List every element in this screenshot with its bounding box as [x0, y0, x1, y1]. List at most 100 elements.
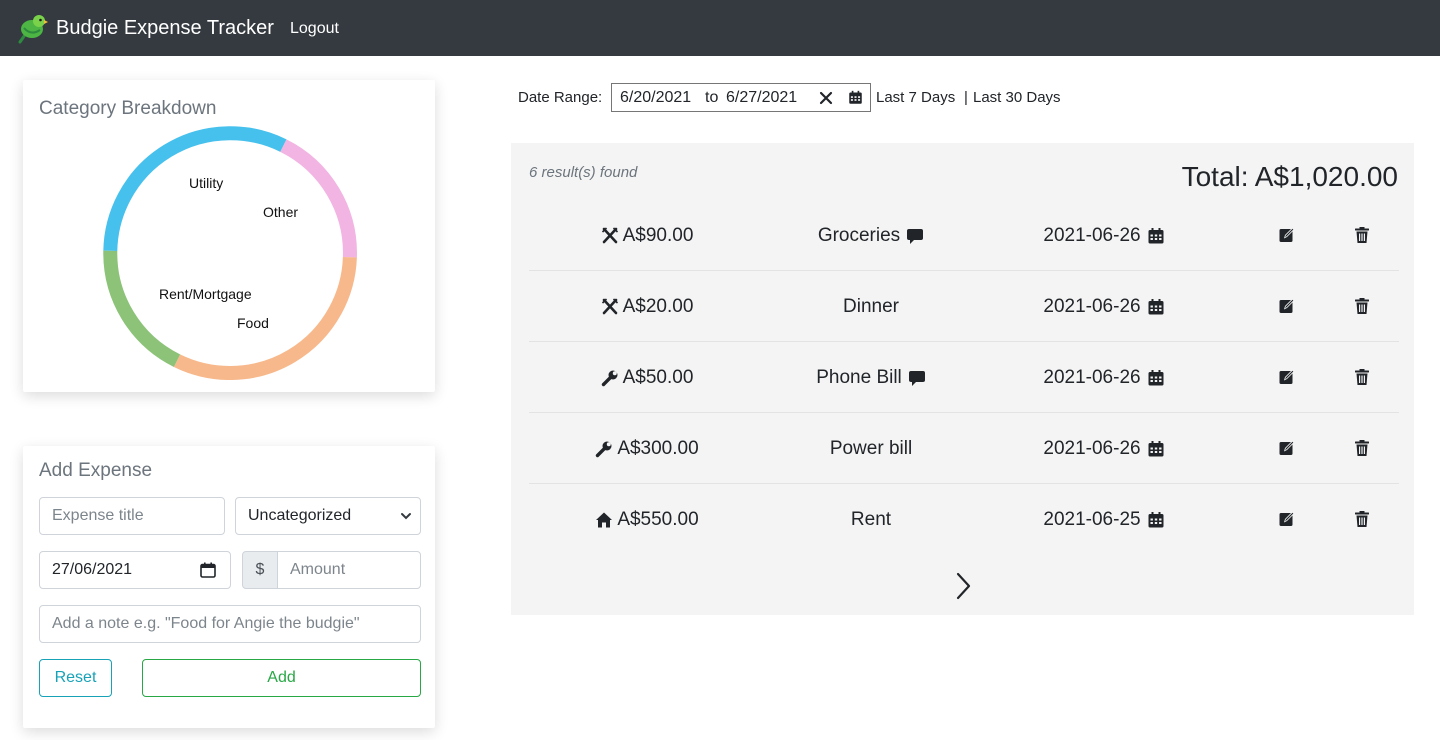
- category-breakdown-title: Category Breakdown: [39, 98, 217, 119]
- range-separator: |: [964, 89, 968, 106]
- expense-date-cell: 2021-06-26: [977, 342, 1231, 413]
- expense-date-cell: 2021-06-26: [977, 271, 1231, 342]
- expense-date: 2021-06-26: [1043, 366, 1141, 388]
- date-range-to[interactable]: 6/27/2021: [726, 89, 797, 107]
- expense-title-placeholder: Expense title: [52, 507, 144, 524]
- expense-title: Dinner: [843, 295, 899, 317]
- donut-segment-utility[interactable]: [103, 126, 287, 251]
- expense-date: 2021-06-26: [1043, 295, 1141, 317]
- expense-amount-cell: A$50.00: [529, 342, 765, 413]
- trash-icon[interactable]: [1353, 297, 1371, 315]
- calendar-icon: [1147, 298, 1165, 316]
- edit-icon[interactable]: [1278, 439, 1296, 457]
- expense-title-cell: Rent: [765, 484, 977, 555]
- expense-amount: A$90.00: [622, 224, 694, 246]
- note-placeholder: Add a note e.g. "Food for Angie the budg…: [52, 615, 360, 632]
- donut-label-food: Food: [237, 315, 269, 331]
- expense-date: 2021-06-26: [1043, 224, 1141, 246]
- calendar-icon: [1147, 227, 1165, 245]
- date-range-picker[interactable]: 6/20/2021 to 6/27/2021: [611, 83, 871, 112]
- expense-date-cell: 2021-06-26: [977, 413, 1231, 484]
- calendar-icon[interactable]: [848, 90, 863, 105]
- trash-icon[interactable]: [1353, 510, 1371, 528]
- budgie-logo-icon[interactable]: [14, 12, 48, 44]
- expense-title-cell: Phone Bill: [765, 342, 977, 413]
- add-button[interactable]: Add: [142, 659, 421, 697]
- expense-amount-cell: A$90.00: [529, 200, 765, 271]
- expense-amount-cell: A$20.00: [529, 271, 765, 342]
- last-7-days-link[interactable]: Last 7 Days: [876, 89, 955, 107]
- date-input[interactable]: 27/06/2021: [39, 551, 231, 589]
- donut-segment-rent[interactable]: [103, 250, 181, 367]
- add-expense-title: Add Expense: [39, 460, 153, 481]
- category-breakdown-card: Category Breakdown Utility Other Food Re…: [23, 80, 435, 392]
- expense-title: Power bill: [829, 437, 913, 459]
- utensils-icon: [601, 298, 619, 316]
- expense-amount: A$50.00: [622, 366, 694, 388]
- note-input[interactable]: Add a note e.g. "Food for Angie the budg…: [39, 605, 421, 643]
- logout-link[interactable]: Logout: [290, 19, 339, 39]
- expense-date: 2021-06-26: [1043, 437, 1141, 459]
- category-select[interactable]: Uncategorized: [235, 497, 421, 535]
- expense-title: Groceries: [817, 224, 901, 246]
- expense-amount-cell: A$300.00: [529, 413, 765, 484]
- expense-amount: A$300.00: [617, 437, 699, 459]
- close-icon[interactable]: [818, 90, 834, 106]
- expense-amount: A$550.00: [617, 508, 699, 530]
- chevron-right-icon[interactable]: [953, 571, 973, 601]
- donut-label-rent: Rent/Mortgage: [159, 286, 252, 302]
- expense-title-cell: Dinner: [765, 271, 977, 342]
- date-range-to-word: to: [705, 89, 719, 106]
- expense-date: 2021-06-25: [1043, 508, 1141, 530]
- utensils-icon: [601, 227, 619, 245]
- expense-title-cell: Power bill: [765, 413, 977, 484]
- home-icon: [595, 511, 613, 529]
- expense-title-cell: Groceries: [765, 200, 977, 271]
- edit-icon[interactable]: [1278, 226, 1296, 244]
- last-30-days-link[interactable]: Last 30 Days: [973, 89, 1061, 107]
- comment-icon[interactable]: [908, 369, 926, 387]
- amount-input[interactable]: Amount: [277, 551, 421, 589]
- date-range-from[interactable]: 6/20/2021: [620, 89, 691, 107]
- expense-title: Rent: [850, 508, 892, 530]
- currency-addon: $: [242, 551, 278, 589]
- expense-title: Phone Bill: [816, 366, 902, 388]
- donut-label-utility: Utility: [189, 175, 223, 191]
- expense-row[interactable]: A$20.00 Dinner 2021-06-26: [529, 271, 1399, 342]
- category-select-value: Uncategorized: [248, 507, 352, 524]
- trash-icon[interactable]: [1353, 439, 1371, 457]
- navbar: Budgie Expense Tracker Logout: [0, 0, 1440, 56]
- expense-row[interactable]: A$50.00 Phone Bill 2021-06-26: [529, 342, 1399, 413]
- wrench-icon: [601, 369, 619, 387]
- expense-row[interactable]: A$300.00 Power bill 2021-06-26: [529, 413, 1399, 484]
- expense-date-cell: 2021-06-25: [977, 484, 1231, 555]
- category-donut-chart: Utility Other Food Rent/Mortgage: [103, 126, 357, 380]
- edit-icon[interactable]: [1278, 297, 1296, 315]
- amount-placeholder: Amount: [290, 561, 346, 578]
- results-total: Total: A$1,020.00: [1181, 161, 1398, 192]
- reset-button[interactable]: Reset: [39, 659, 112, 697]
- wrench-icon: [595, 440, 613, 458]
- brand-name[interactable]: Budgie Expense Tracker: [56, 16, 274, 40]
- date-input-value: 27/06/2021: [52, 561, 133, 578]
- expense-title-input[interactable]: Expense title: [39, 497, 225, 535]
- expense-amount-cell: A$550.00: [529, 484, 765, 555]
- trash-icon[interactable]: [1353, 368, 1371, 386]
- results-count: 6 result(s) found: [529, 164, 638, 181]
- date-range-label: Date Range:: [518, 89, 603, 106]
- expense-row[interactable]: A$90.00 Groceries 2021-06-26: [529, 200, 1399, 271]
- donut-segment-other[interactable]: [280, 139, 357, 258]
- donut-label-other: Other: [263, 204, 298, 220]
- expense-amount: A$20.00: [622, 295, 694, 317]
- comment-icon[interactable]: [906, 227, 924, 245]
- trash-icon[interactable]: [1353, 226, 1371, 244]
- results-panel: 6 result(s) found Total: A$1,020.00 A$90…: [511, 143, 1414, 615]
- calendar-icon: [1147, 511, 1165, 529]
- add-expense-card: Add Expense Expense title Uncategorized …: [23, 446, 435, 728]
- expense-row[interactable]: A$550.00 Rent 2021-06-25: [529, 484, 1399, 555]
- chevron-down-icon: [401, 513, 411, 520]
- calendar-icon: [1147, 369, 1165, 387]
- calendar-picker-icon[interactable]: [200, 562, 216, 578]
- edit-icon[interactable]: [1278, 368, 1296, 386]
- edit-icon[interactable]: [1278, 510, 1296, 528]
